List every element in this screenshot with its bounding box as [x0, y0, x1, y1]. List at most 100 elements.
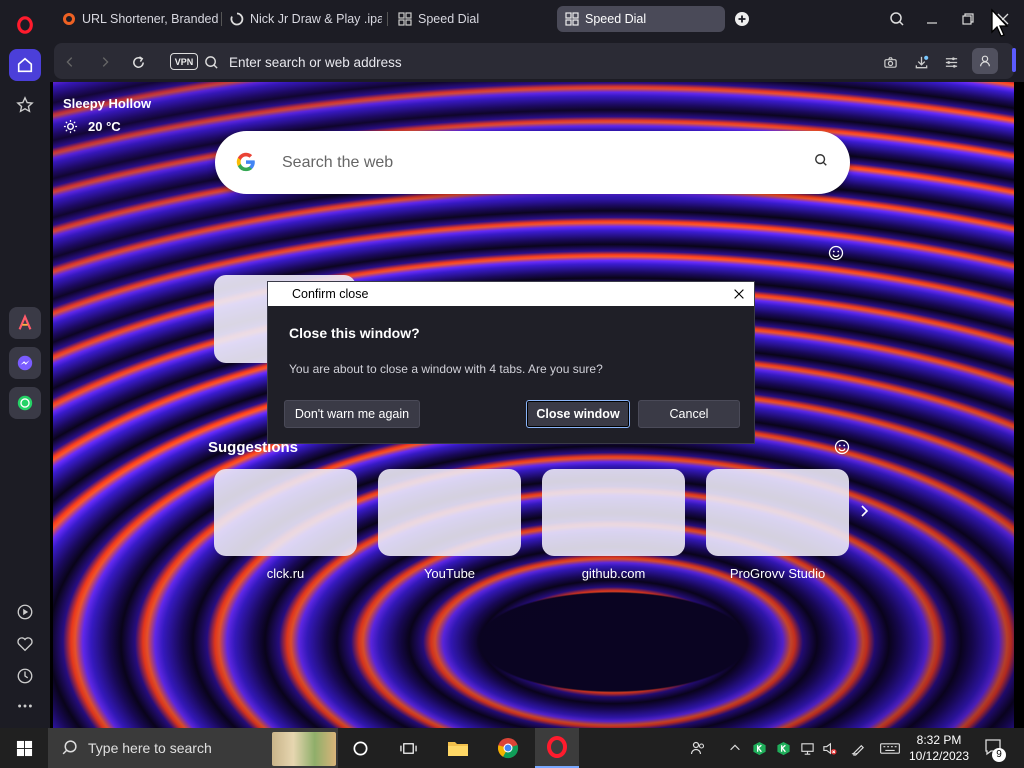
dialog-heading: Close this window? [289, 325, 420, 341]
profile-icon [980, 55, 990, 67]
forward-button[interactable] [94, 51, 116, 73]
cortana-icon [353, 741, 367, 755]
smiley-suggestions-icon[interactable] [834, 439, 850, 455]
snapshot-camera-icon[interactable] [879, 51, 901, 73]
aria-ai-icon[interactable] [9, 307, 41, 339]
clock-date: 10/12/2023 [908, 749, 970, 763]
player-icon[interactable] [9, 596, 41, 628]
search-icon[interactable] [814, 153, 828, 167]
address-search-icon [200, 51, 222, 73]
bitly-icon [62, 12, 76, 26]
network-icon[interactable] [799, 740, 815, 756]
search-input[interactable] [282, 151, 762, 175]
reload-button[interactable] [127, 51, 149, 73]
windows-logo-icon [16, 740, 32, 756]
kaspersky-icon[interactable] [751, 740, 767, 756]
profile-button[interactable] [972, 48, 998, 74]
tab-search-icon[interactable] [882, 6, 912, 32]
more-dots-icon[interactable] [9, 690, 41, 722]
opera-icon [547, 736, 567, 758]
taskbar-search-box[interactable]: Type here to search [48, 728, 338, 768]
chevron-right-icon[interactable] [856, 503, 872, 519]
kaspersky-vpn-icon[interactable] [775, 740, 791, 756]
chrome-icon [498, 738, 519, 759]
windows-taskbar: Type here to search 8:32 PM 10/12/2023 9 [0, 728, 1024, 768]
tab-speed-dial[interactable]: Speed Dial [390, 6, 548, 32]
taskbar-search-placeholder: Type here to search [88, 740, 212, 756]
close-icon [734, 289, 744, 299]
search-icon [62, 740, 77, 755]
close-window-confirm-button[interactable]: Close window [526, 400, 630, 428]
confirm-close-dialog: Confirm close Close this window? You are… [267, 281, 755, 444]
tab-nick-jr[interactable]: Nick Jr Draw & Play .ipa fi [222, 6, 382, 32]
opera-taskbar-button[interactable] [535, 728, 579, 768]
start-button[interactable] [0, 728, 48, 768]
restore-button[interactable] [953, 6, 983, 32]
tab-strip: URL Shortener, Branded S Nick Jr Draw & … [50, 0, 1024, 40]
back-button[interactable] [59, 51, 81, 73]
people-icon[interactable] [690, 740, 706, 756]
touch-keyboard-icon[interactable] [879, 740, 901, 756]
easy-setup-icon[interactable] [940, 51, 962, 73]
weather-city: Sleepy Hollow [63, 96, 152, 111]
weather-temp-row: 20 °C [63, 119, 151, 134]
tab-separator [387, 12, 388, 26]
dialog-message: You are about to close a window with 4 t… [289, 362, 603, 376]
opera-sidebar [0, 0, 50, 728]
dialog-title-bar: Confirm close [268, 282, 754, 306]
address-bar: VPN [50, 40, 1024, 82]
web-search-box[interactable] [215, 131, 850, 194]
downloads-icon[interactable] [910, 51, 932, 73]
tab-label: Nick Jr Draw & Play .ipa fi [250, 12, 382, 26]
file-explorer-button[interactable] [436, 728, 480, 768]
sidebar-accent-bar [1012, 48, 1016, 72]
mouse-cursor-icon [991, 8, 1009, 37]
google-logo-icon [236, 152, 255, 172]
smiley-customize-icon[interactable] [828, 245, 844, 261]
weather-widget[interactable]: Sleepy Hollow 20 °C [63, 96, 151, 134]
task-view-icon [399, 742, 417, 754]
cancel-button[interactable]: Cancel [638, 400, 740, 428]
dont-warn-button[interactable]: Don't warn me again [284, 400, 420, 428]
pen-workspace-icon[interactable] [850, 740, 866, 756]
suggestion-label[interactable]: YouTube [378, 566, 521, 581]
dialog-title: Confirm close [292, 287, 369, 301]
opera-logo-icon[interactable] [9, 9, 41, 41]
suggestion-label[interactable]: github.com [542, 566, 685, 581]
vpn-button[interactable]: VPN [170, 53, 198, 70]
tab-label: URL Shortener, Branded S [82, 12, 220, 26]
weather-temperature: 20 °C [88, 119, 121, 134]
tab-url-shortener[interactable]: URL Shortener, Branded S [54, 6, 220, 32]
search-highlight-image [272, 732, 336, 766]
cortana-button[interactable] [338, 728, 382, 768]
suggestion-label[interactable]: ProGrovv Studio [706, 566, 849, 581]
volume-muted-icon[interactable] [821, 740, 837, 756]
suggestion-label[interactable]: clck.ru [214, 566, 357, 581]
loading-icon [230, 12, 244, 26]
tab-label: Speed Dial [418, 12, 480, 26]
speed-dial-icon [565, 12, 579, 26]
sun-icon [63, 119, 78, 134]
pinboards-heart-icon[interactable] [9, 628, 41, 660]
bookmarks-star-icon[interactable] [9, 89, 41, 121]
chrome-button[interactable] [486, 728, 530, 768]
whatsapp-icon[interactable] [9, 387, 41, 419]
chevron-up-icon[interactable] [727, 740, 743, 756]
suggestion-tile-clck[interactable] [214, 469, 357, 556]
suggestion-tile-github[interactable] [542, 469, 685, 556]
taskbar-clock[interactable]: 8:32 PM 10/12/2023 [906, 732, 972, 764]
tab-speed-dial-active[interactable]: Speed Dial [557, 6, 725, 32]
task-view-button[interactable] [386, 728, 430, 768]
address-input[interactable] [229, 51, 729, 73]
clock-time: 8:32 PM [916, 733, 962, 747]
dialog-close-button[interactable] [730, 285, 748, 303]
minimize-button[interactable] [917, 6, 947, 32]
suggestion-tile-youtube[interactable] [378, 469, 521, 556]
folder-icon [448, 742, 468, 756]
history-clock-icon[interactable] [9, 660, 41, 692]
new-tab-button[interactable] [727, 6, 757, 32]
messenger-icon[interactable] [9, 347, 41, 379]
home-icon[interactable] [9, 49, 41, 81]
suggestion-tile-progrovv[interactable] [706, 469, 849, 556]
speed-dial-icon [398, 12, 412, 26]
